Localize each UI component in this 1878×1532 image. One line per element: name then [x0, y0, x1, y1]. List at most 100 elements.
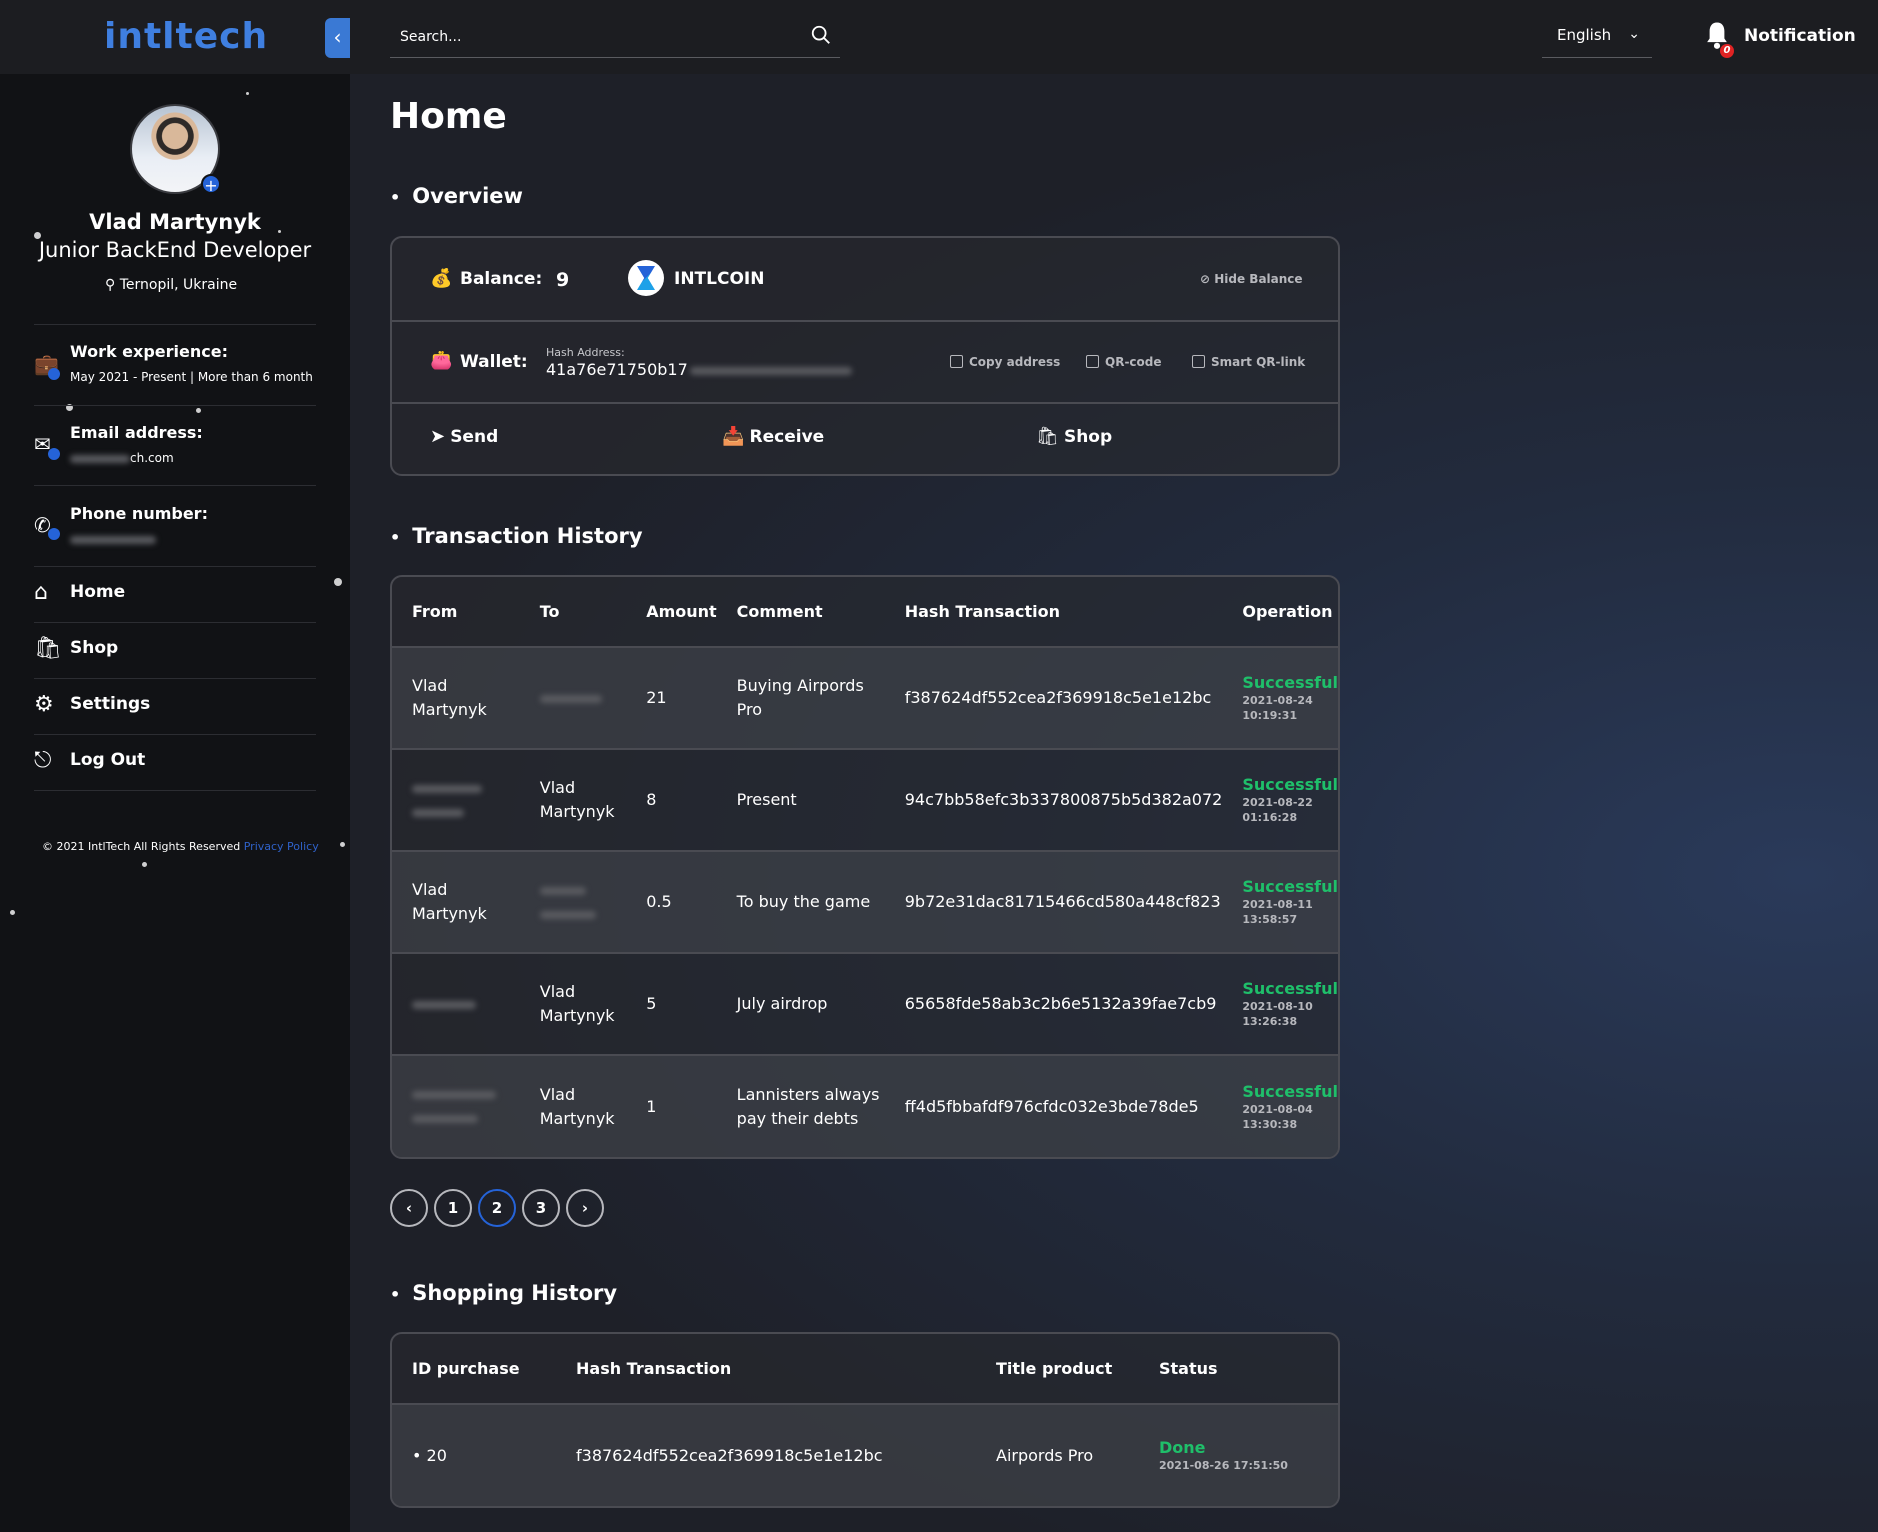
email-value[interactable]: ch.com: [70, 451, 174, 465]
copy-address-button[interactable]: Copy address: [950, 355, 1060, 369]
table-row[interactable]: Vlad Martynyk 1 Lannisters always pay th…: [392, 1055, 1338, 1157]
sidebar-item-logout[interactable]: ⎋ Log Out: [34, 734, 316, 790]
column-header: From: [392, 577, 520, 648]
wallet-label: Wallet:: [460, 352, 528, 372]
cell-to: [519, 851, 627, 954]
next-page-button[interactable]: ›: [566, 1189, 604, 1227]
eye-slash-icon: ⊘: [1200, 272, 1215, 286]
shop-label: Shop: [1063, 427, 1113, 447]
column-header: Title product: [976, 1334, 1139, 1405]
table-row[interactable]: Vlad Martynyk 8 Present 94c7bb58efc3b337…: [392, 749, 1338, 852]
currency-name: INTLCOIN: [674, 269, 765, 289]
notification-label[interactable]: Notification: [1744, 26, 1856, 46]
shopping-table: ID purchase Hash Transaction Title produ…: [392, 1334, 1338, 1506]
sidebar-item-home[interactable]: ⌂ Home: [34, 566, 316, 622]
cell-id: • 20: [392, 1404, 556, 1506]
cell-hash: ff4d5fbbafdf976cfdc032e3bde78de5: [884, 1055, 1223, 1157]
qr-link-icon: [1192, 355, 1205, 368]
status-badge: Successful: [1242, 979, 1338, 998]
receive-label: Receive: [749, 427, 825, 447]
status-date: 2021-08-22: [1242, 796, 1313, 809]
transaction-history-title: Transaction History: [390, 524, 642, 548]
status-badge: Successful: [1242, 1081, 1338, 1101]
status-time: 01:16:28: [1242, 811, 1298, 824]
redacted-text: [412, 784, 482, 793]
cell-amount: 8: [626, 749, 717, 852]
intlcoin-icon: [628, 260, 664, 296]
add-photo-icon[interactable]: +: [201, 174, 221, 195]
table-header-row: ID purchase Hash Transaction Title produ…: [392, 1334, 1338, 1405]
logo[interactable]: intltech: [104, 16, 268, 57]
table-row[interactable]: Vlad Martynyk 21 Buying Airpords Pro f38…: [392, 647, 1338, 750]
qr-code-button[interactable]: QR-code: [1086, 355, 1162, 369]
sidebar-item-label: Shop: [70, 638, 119, 658]
notification-badge: 0: [1720, 44, 1734, 58]
status-badge: Successful: [1242, 877, 1338, 896]
search-input[interactable]: [390, 22, 790, 52]
email-title: Email address:: [70, 423, 203, 442]
status-time: 13:58:57: [1242, 913, 1298, 926]
shop-button[interactable]: 🛍 Shop: [1036, 426, 1112, 447]
page-button-2[interactable]: 2: [478, 1189, 516, 1227]
cell-from: Vlad Martynyk: [392, 851, 520, 954]
sidebar-item-label: Home: [70, 582, 126, 602]
status-date: 2021-08-04: [1242, 1102, 1313, 1116]
hash-address-value[interactable]: 41a76e71750b17: [546, 360, 852, 379]
search-icon[interactable]: [810, 24, 832, 46]
status-badge: Successful: [1242, 775, 1338, 794]
work-experience-value: May 2021 - Present | More than 6 month: [70, 370, 313, 384]
decor-star: [334, 578, 342, 586]
cell-operation: Successful 2021-08-24 10:19:31: [1222, 647, 1338, 750]
qr-code-label: QR-code: [1105, 355, 1162, 369]
wallet-row: 👛 Wallet: Hash Address: 41a76e71750b17 C…: [392, 322, 1338, 404]
cell-operation: Successful 2021-08-04 13:30:38: [1222, 1055, 1338, 1157]
search-bar: [390, 22, 840, 58]
column-header: Hash Transaction: [556, 1334, 976, 1405]
page-button-3[interactable]: 3: [522, 1189, 560, 1227]
table-row[interactable]: Vlad Martynyk 0.5 To buy the game 9b72e3…: [392, 851, 1338, 954]
table-row[interactable]: Vlad Martynyk 5 July airdrop 65658fde58a…: [392, 953, 1338, 1056]
balance-value: 9: [556, 269, 570, 291]
icon-dot: [48, 528, 60, 540]
smart-qr-link-button[interactable]: Smart QR-link: [1192, 355, 1305, 369]
email-suffix: ch.com: [130, 451, 174, 465]
receive-button[interactable]: 📥 Receive: [722, 426, 824, 447]
status-time: 10:19:31: [1242, 709, 1298, 722]
redacted-text: [412, 1000, 476, 1009]
page-button-1[interactable]: 1: [434, 1189, 472, 1227]
sidebar-item-shop[interactable]: 🛍 Shop: [34, 622, 316, 678]
sidebar-item-settings[interactable]: ⚙ Settings: [34, 678, 316, 734]
sidebar-footer: © 2021 IntlTech All Rights Reserved Priv…: [42, 840, 319, 853]
topbar: English ⌄ 0 Notification: [350, 0, 1878, 74]
logout-icon: ⎋: [34, 748, 52, 773]
chevron-down-icon: ⌄: [1628, 26, 1640, 42]
hide-balance-label: Hide Balance: [1214, 272, 1303, 286]
table-row[interactable]: • 20 f387624df552cea2f369918c5e1e12bc Ai…: [392, 1404, 1338, 1506]
privacy-policy-link[interactable]: Privacy Policy: [244, 840, 319, 853]
section-title-text: Overview: [412, 184, 523, 208]
cell-comment: Lannisters always pay their debts: [716, 1055, 885, 1157]
status-datetime: 2021-08-26 17:51:50: [1159, 1459, 1288, 1472]
copy-address-label: Copy address: [969, 355, 1061, 369]
prev-page-button[interactable]: ‹: [390, 1189, 428, 1227]
hash-address-text: 41a76e71750b17: [546, 360, 688, 379]
logo-bar: intltech: [0, 0, 350, 74]
hide-balance-button[interactable]: ⊘ Hide Balance: [1200, 272, 1303, 286]
send-icon: ➤: [430, 426, 446, 447]
shop-icon: 🛍: [34, 636, 62, 661]
send-button[interactable]: ➤ Send: [430, 426, 498, 447]
cell-to: Vlad Martynyk: [519, 953, 627, 1056]
chevron-left-icon: ‹: [333, 25, 342, 49]
transaction-table: From To Amount Comment Hash Transaction …: [392, 577, 1338, 1157]
phone-value[interactable]: [70, 532, 156, 546]
status-time: 13:26:38: [1242, 1015, 1298, 1028]
decor-star: [196, 408, 201, 413]
language-value: English: [1557, 26, 1612, 44]
cell-from: Vlad Martynyk: [392, 647, 520, 750]
shopping-history-title: Shopping History: [390, 1281, 617, 1305]
receive-icon: 📥: [722, 426, 745, 447]
page-title: Home: [390, 96, 507, 137]
user-location: ⚲ Ternopil, Ukraine: [105, 277, 237, 293]
language-select[interactable]: English ⌄: [1542, 22, 1652, 58]
collapse-sidebar-button[interactable]: ‹: [325, 18, 350, 58]
